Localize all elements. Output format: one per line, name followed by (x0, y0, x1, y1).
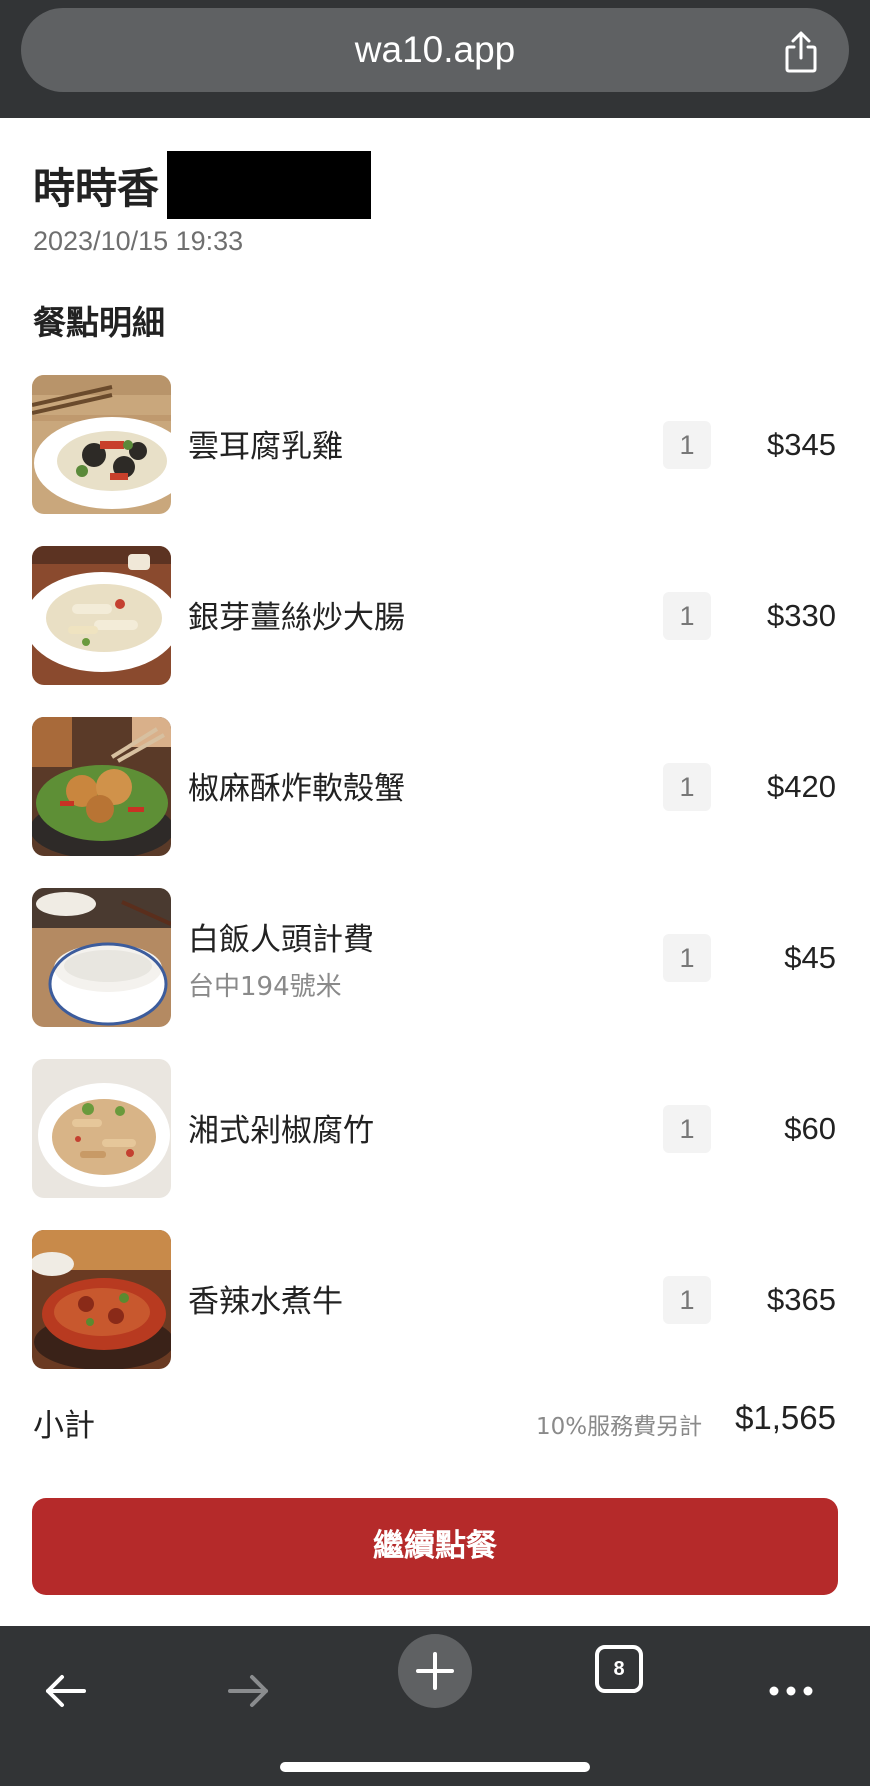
browser-top-bar: wa10.app (0, 0, 870, 118)
more-icon[interactable] (766, 1666, 816, 1720)
forward-arrow-icon[interactable] (224, 1666, 274, 1720)
order-item: 香辣水煮牛 1 $365 (0, 1230, 870, 1370)
url-bar[interactable]: wa10.app (21, 8, 849, 92)
subtotal-label: 小計 (33, 1408, 95, 1444)
item-quantity: 1 (663, 421, 711, 469)
food-thumbnail (32, 1059, 171, 1198)
item-quantity: 1 (663, 763, 711, 811)
tabs-icon[interactable]: 8 (594, 1644, 644, 1698)
order-item: 湘式剁椒腐竹 1 $60 (0, 1059, 870, 1199)
item-quantity: 1 (663, 934, 711, 982)
item-price: $45 (784, 940, 836, 975)
url-text[interactable]: wa10.app (21, 8, 849, 92)
item-name: 白飯人頭計費 (188, 922, 374, 958)
item-price: $60 (784, 1111, 836, 1146)
item-name: 香辣水煮牛 (188, 1284, 343, 1320)
order-item: 雲耳腐乳雞 1 $345 (0, 375, 870, 515)
section-title: 餐點明細 (33, 303, 165, 342)
item-price: $365 (767, 1282, 836, 1317)
continue-ordering-button[interactable]: 繼續點餐 (32, 1498, 838, 1595)
share-icon[interactable] (781, 30, 821, 74)
tab-count: 8 (613, 1658, 625, 1680)
food-thumbnail (32, 1230, 171, 1369)
item-quantity: 1 (663, 1276, 711, 1324)
item-name: 湘式剁椒腐竹 (188, 1113, 374, 1149)
order-datetime: 2023/10/15 19:33 (33, 226, 244, 256)
order-item: 白飯人頭計費 台中194號米 1 $45 (0, 888, 870, 1028)
item-name: 雲耳腐乳雞 (188, 429, 343, 465)
food-thumbnail (32, 717, 171, 856)
food-thumbnail (32, 888, 171, 1027)
redacted-block (167, 151, 372, 219)
restaurant-name: 時時香 (33, 163, 160, 213)
plus-icon[interactable] (398, 1634, 472, 1712)
food-thumbnail (32, 375, 171, 514)
subtotal-amount: $1,565 (735, 1399, 836, 1436)
item-price: $330 (767, 598, 836, 633)
service-fee-note: 10%服務費另計 (536, 1414, 703, 1440)
food-thumbnail (32, 546, 171, 685)
item-price: $420 (767, 769, 836, 804)
item-price: $345 (767, 427, 836, 462)
item-name: 銀芽薑絲炒大腸 (188, 600, 405, 636)
home-indicator (280, 1762, 590, 1772)
item-note: 台中194號米 (188, 972, 342, 1002)
order-item: 椒麻酥炸軟殼蟹 1 $420 (0, 717, 870, 857)
order-item: 銀芽薑絲炒大腸 1 $330 (0, 546, 870, 686)
item-quantity: 1 (663, 1105, 711, 1153)
restaurant-header: 時時香 (33, 150, 372, 220)
item-name: 椒麻酥炸軟殼蟹 (188, 771, 405, 807)
item-quantity: 1 (663, 592, 711, 640)
browser-bottom-bar: 8 (0, 1626, 870, 1786)
back-arrow-icon[interactable] (40, 1666, 90, 1720)
